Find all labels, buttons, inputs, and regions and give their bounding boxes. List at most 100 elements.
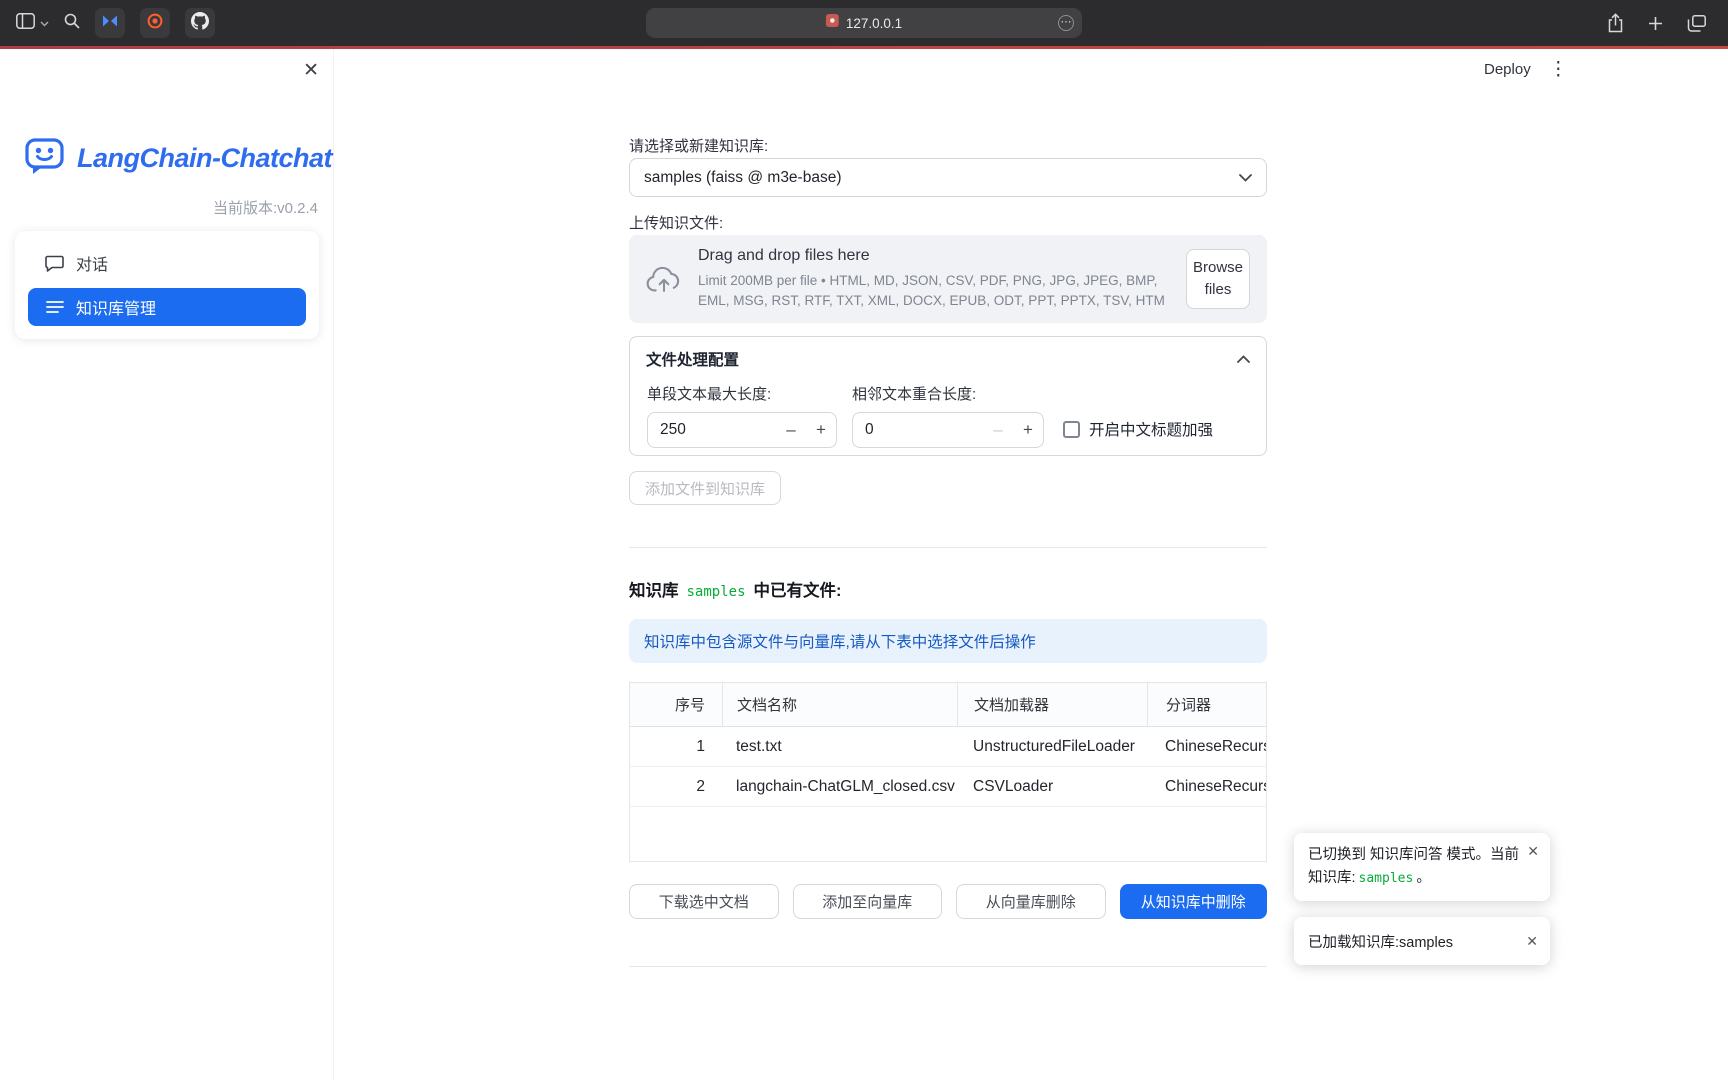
upload-label: 上传知识文件: bbox=[629, 212, 723, 233]
cell-index: 2 bbox=[630, 767, 722, 806]
brand: LangChain-Chatchat bbox=[25, 137, 332, 180]
table-header-row: 序号 文档名称 文档加载器 分词器 bbox=[630, 683, 1266, 727]
cell-doc-name: test.txt bbox=[722, 727, 957, 766]
table-header: 文档名称 bbox=[722, 683, 957, 726]
cell-doc-name: langchain-ChatGLM_closed.csv bbox=[722, 767, 957, 806]
overlap-value: 0 bbox=[853, 421, 983, 439]
streamlit-decoration-bar bbox=[0, 46, 1728, 49]
bowtie-icon bbox=[102, 14, 118, 33]
checkbox-box[interactable] bbox=[1063, 421, 1080, 438]
site-favicon-icon bbox=[826, 14, 839, 32]
github-icon bbox=[191, 12, 209, 35]
kb-name-code: samples bbox=[1359, 871, 1414, 886]
toast-kb-loaded: 已加载知识库:samples ✕ bbox=[1294, 917, 1550, 965]
plus-stepper[interactable]: + bbox=[1013, 420, 1043, 440]
menu-item-kb-management[interactable]: 知识库管理 bbox=[28, 288, 306, 326]
share-icon[interactable] bbox=[1607, 13, 1624, 33]
overlap-input[interactable]: 0 – + bbox=[852, 412, 1044, 448]
divider bbox=[629, 547, 1267, 548]
cell-splitter: ChineseRecursiveT bbox=[1147, 727, 1266, 766]
divider bbox=[629, 966, 1267, 967]
minus-stepper[interactable]: – bbox=[776, 420, 806, 440]
browser-toolbar: 127.0.0.1 ⋯ bbox=[0, 0, 1728, 46]
download-selected-button[interactable]: 下载选中文档 bbox=[629, 884, 779, 919]
main-menu-icon[interactable]: ⋮ bbox=[1549, 58, 1568, 81]
cell-index: 1 bbox=[630, 727, 722, 766]
table-row[interactable]: 2 langchain-ChatGLM_closed.csv CSVLoader… bbox=[630, 767, 1266, 807]
record-icon bbox=[147, 13, 163, 34]
kb-select-value: samples (faiss @ m3e-base) bbox=[644, 169, 842, 187]
streamlit-toolbar: Deploy ⋮ bbox=[1484, 58, 1568, 81]
page-menu-icon[interactable]: ⋯ bbox=[1058, 15, 1074, 31]
uploader-texts: Drag and drop files here Limit 200MB per… bbox=[698, 247, 1176, 310]
chunk-size-label: 单段文本最大长度: bbox=[647, 383, 837, 404]
overlap-field: 相邻文本重合长度: 0 – + bbox=[852, 383, 1044, 448]
version-label: 当前版本:v0.2.4 bbox=[213, 197, 318, 218]
search-button[interactable] bbox=[64, 13, 80, 34]
chunk-size-input[interactable]: 250 – + bbox=[647, 412, 837, 448]
new-tab-icon[interactable] bbox=[1648, 16, 1663, 31]
close-icon[interactable]: ✕ bbox=[1526, 934, 1538, 948]
overlap-label: 相邻文本重合长度: bbox=[852, 383, 1044, 404]
knowledge-base-icon bbox=[45, 300, 64, 314]
chevron-up-icon bbox=[1237, 355, 1250, 363]
search-icon bbox=[64, 13, 80, 34]
table-row[interactable]: 1 test.txt UnstructuredFileLoader Chines… bbox=[630, 727, 1266, 767]
chevron-down-icon bbox=[40, 14, 49, 32]
expander-title: 文件处理配置 bbox=[646, 348, 739, 370]
url-text: 127.0.0.1 bbox=[846, 16, 902, 31]
page: 127.0.0.1 ⋯ ✕ LangChain-Chatchat 当前版本:v0… bbox=[0, 0, 1728, 1080]
kb-select[interactable]: samples (faiss @ m3e-base) bbox=[629, 158, 1267, 197]
pinned-app-button-1[interactable] bbox=[95, 8, 125, 38]
files-heading-suffix: 中已有文件: bbox=[754, 577, 842, 601]
menu-item-label: 知识库管理 bbox=[76, 295, 156, 319]
address-bar-content: 127.0.0.1 bbox=[826, 14, 902, 32]
pinned-app-button-2[interactable] bbox=[140, 8, 170, 38]
toast-text: 已加载知识库:samples bbox=[1308, 931, 1453, 952]
menu-item-dialogue[interactable]: 对话 bbox=[28, 244, 306, 282]
expander-header[interactable]: 文件处理配置 bbox=[630, 337, 1266, 381]
uploader-hint: Limit 200MB per file • HTML, MD, JSON, C… bbox=[698, 271, 1176, 310]
plus-stepper[interactable]: + bbox=[806, 420, 836, 440]
pinned-app-button-3[interactable] bbox=[185, 8, 215, 38]
info-box: 知识库中包含源文件与向量库,请从下表中选择文件后操作 bbox=[629, 619, 1267, 663]
content-column: 请选择或新建知识库: samples (faiss @ m3e-base) 上传… bbox=[629, 49, 1267, 1080]
cell-splitter: ChineseRecursiveT bbox=[1147, 767, 1266, 806]
cell-loader: CSVLoader bbox=[957, 767, 1147, 806]
address-bar[interactable]: 127.0.0.1 ⋯ bbox=[646, 8, 1082, 38]
close-icon[interactable]: ✕ bbox=[1527, 844, 1539, 858]
minus-stepper[interactable]: – bbox=[983, 420, 1013, 440]
chunk-size-field: 单段文本最大长度: 250 – + bbox=[647, 383, 837, 448]
toolbar-right bbox=[1607, 13, 1712, 33]
chunk-size-value: 250 bbox=[648, 421, 776, 439]
deploy-button[interactable]: Deploy bbox=[1484, 61, 1531, 78]
kb-select-label: 请选择或新建知识库: bbox=[629, 135, 768, 156]
browse-files-button[interactable]: Browse files bbox=[1186, 249, 1250, 309]
cell-loader: UnstructuredFileLoader bbox=[957, 727, 1147, 766]
sidebar-toggle-icon bbox=[16, 13, 35, 34]
add-to-vector-store-button[interactable]: 添加至向量库 bbox=[793, 884, 943, 919]
checkbox-label: 开启中文标题加强 bbox=[1089, 418, 1213, 440]
expander-body: 单段文本最大长度: 250 – + 相邻文本重合长度: 0 – + bbox=[630, 381, 1266, 448]
cloud-upload-icon bbox=[646, 266, 682, 293]
menu-item-label: 对话 bbox=[76, 251, 108, 275]
file-config-expander: 文件处理配置 单段文本最大长度: 250 – + bbox=[629, 336, 1267, 456]
file-uploader-dropzone[interactable]: Drag and drop files here Limit 200MB per… bbox=[629, 235, 1267, 323]
table-header: 分词器 bbox=[1147, 683, 1266, 726]
table-header: 序号 bbox=[630, 683, 722, 726]
chevron-down-icon bbox=[1239, 174, 1252, 182]
zh-title-checkbox[interactable]: 开启中文标题加强 bbox=[1063, 411, 1213, 447]
langchain-chatchat-logo-icon bbox=[25, 137, 67, 180]
sidebar-menu: 对话 知识库管理 bbox=[15, 231, 319, 339]
delete-from-kb-button[interactable]: 从知识库中删除 bbox=[1120, 884, 1268, 919]
sidebar-close-button[interactable]: ✕ bbox=[303, 61, 319, 80]
uploader-title: Drag and drop files here bbox=[698, 247, 1176, 265]
delete-from-vector-store-button[interactable]: 从向量库删除 bbox=[956, 884, 1106, 919]
toolbar-left bbox=[16, 8, 215, 38]
table-actions: 下载选中文档 添加至向量库 从向量库删除 从知识库中删除 bbox=[629, 884, 1267, 919]
sidebar-toggle-button[interactable] bbox=[16, 13, 49, 34]
files-heading: 知识库 samples 中已有文件: bbox=[629, 577, 842, 601]
tabs-overview-icon[interactable] bbox=[1687, 15, 1706, 32]
files-heading-prefix: 知识库 bbox=[629, 577, 679, 601]
add-files-button[interactable]: 添加文件到知识库 bbox=[629, 471, 781, 505]
